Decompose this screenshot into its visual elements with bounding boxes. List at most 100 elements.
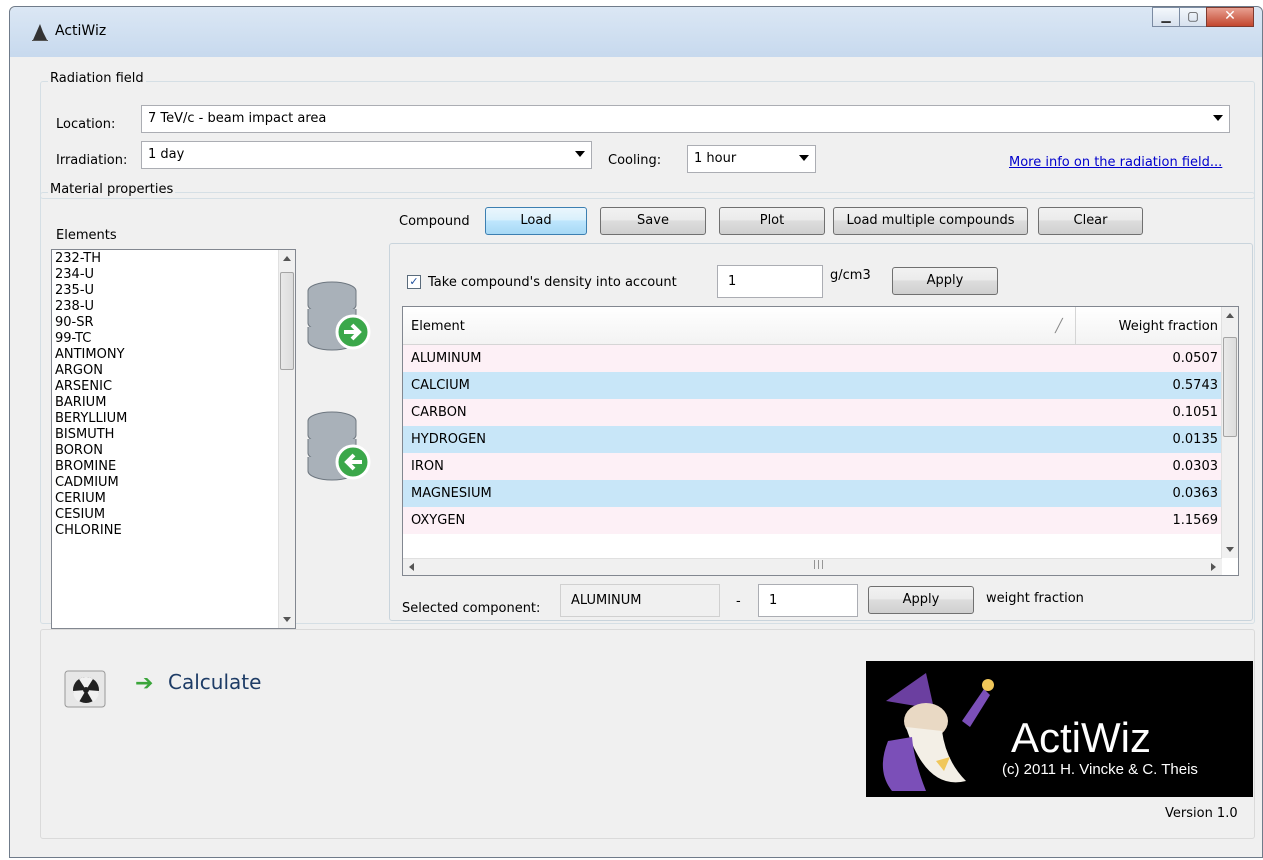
list-item[interactable]: BISMUTH xyxy=(52,427,295,443)
list-item[interactable]: BARIUM xyxy=(52,395,295,411)
table-row[interactable]: IRON 0.0303 xyxy=(403,453,1222,480)
weight-fraction-apply-button[interactable]: Apply xyxy=(868,586,974,614)
table-row[interactable]: CALCIUM 0.5743 xyxy=(403,372,1222,399)
weight-fraction-cell: 0.0303 xyxy=(1172,459,1219,474)
load-button[interactable]: Load xyxy=(485,207,587,235)
scroll-down-icon xyxy=(1226,547,1234,552)
table-row[interactable]: HYDROGEN 0.0135 xyxy=(403,426,1222,453)
weight-fraction-cell: 0.0135 xyxy=(1172,432,1219,447)
compound-table[interactable]: Element ╱ Weight fraction ALUMINUM 0.0507… xyxy=(402,306,1239,576)
list-item[interactable]: CADMIUM xyxy=(52,475,295,491)
compound-label: Compound xyxy=(399,214,470,229)
cooling-select[interactable]: 1 hour xyxy=(687,145,816,173)
close-button[interactable]: ✕ xyxy=(1206,7,1254,27)
list-item[interactable]: 238-U xyxy=(52,299,295,315)
maximize-icon: ▢ xyxy=(1187,9,1199,23)
location-value: 7 TeV/c - beam impact area xyxy=(148,111,327,126)
list-item[interactable]: CERIUM xyxy=(52,491,295,507)
logo-title: ActiWiz xyxy=(1011,714,1151,761)
selected-component-label: Selected component: xyxy=(402,601,541,616)
radiation-info-link[interactable]: More info on the radiation field... xyxy=(1009,155,1222,170)
chevron-down-icon xyxy=(1213,115,1223,121)
chevron-down-icon xyxy=(799,155,809,161)
window-controls: ▁ ▢ ✕ xyxy=(1152,7,1254,27)
elements-scrollbar[interactable] xyxy=(278,250,295,628)
selected-separator: - xyxy=(736,594,741,609)
element-column-header[interactable]: Element xyxy=(411,319,465,334)
density-checkbox[interactable]: ✓ xyxy=(407,275,421,289)
scroll-up-icon xyxy=(1226,313,1234,318)
list-item[interactable]: 90-SR xyxy=(52,315,295,331)
maximize-button[interactable]: ▢ xyxy=(1179,7,1207,27)
list-item[interactable]: BORON xyxy=(52,443,295,459)
version-label: Version 1.0 xyxy=(1165,806,1238,821)
table-header: Element ╱ Weight fraction xyxy=(403,307,1222,345)
density-unit: g/cm3 xyxy=(830,268,871,283)
minimize-button[interactable]: ▁ xyxy=(1152,7,1180,27)
weight-fraction-input[interactable]: 1 xyxy=(758,584,858,617)
list-item[interactable]: 234-U xyxy=(52,267,295,283)
chevron-down-icon xyxy=(575,151,585,157)
load-multiple-compounds-button[interactable]: Load multiple compounds xyxy=(833,207,1028,235)
calculate-button[interactable]: Calculate xyxy=(168,670,261,694)
add-to-compound-icon[interactable] xyxy=(306,277,372,359)
plot-button[interactable]: Plot xyxy=(719,207,825,235)
arrow-right-icon: ➔ xyxy=(135,671,154,696)
weight-fraction-cell: 0.1051 xyxy=(1172,405,1219,420)
density-input[interactable]: 1 xyxy=(717,265,823,298)
scroll-thumb[interactable] xyxy=(280,272,294,370)
cooling-value: 1 hour xyxy=(694,151,737,166)
list-item[interactable]: CESIUM xyxy=(52,507,295,523)
scroll-thumb[interactable] xyxy=(1223,337,1237,437)
irradiation-select[interactable]: 1 day xyxy=(141,141,592,169)
scroll-up-icon xyxy=(283,256,291,261)
weight-fraction-column-header[interactable]: Weight fraction xyxy=(1119,319,1218,334)
column-divider xyxy=(1075,307,1076,345)
sort-indicator-icon: ╱ xyxy=(1055,319,1063,334)
density-apply-button[interactable]: Apply xyxy=(892,267,998,295)
table-vscroll[interactable] xyxy=(1221,307,1238,558)
radiation-icon[interactable] xyxy=(63,669,107,709)
list-item[interactable]: 235-U xyxy=(52,283,295,299)
list-item[interactable]: ANTIMONY xyxy=(52,347,295,363)
list-item[interactable]: 99-TC xyxy=(52,331,295,347)
radiation-field-group xyxy=(40,81,1255,199)
location-select[interactable]: 7 TeV/c - beam impact area xyxy=(141,105,1230,133)
material-properties-title: Material properties xyxy=(48,182,176,197)
list-item[interactable]: BERYLLIUM xyxy=(52,411,295,427)
elements-label: Elements xyxy=(56,228,117,243)
selected-component-field: ALUMINUM xyxy=(560,584,720,617)
scroll-grip-icon: ||| xyxy=(813,560,826,570)
save-button[interactable]: Save xyxy=(600,207,706,235)
remove-from-compound-icon[interactable] xyxy=(306,407,372,489)
minimize-icon: ▁ xyxy=(1161,9,1171,23)
density-checkbox-label: Take compound's density into account xyxy=(428,275,677,290)
logo-subtitle: (c) 2011 H. Vincke & C. Theis xyxy=(1002,761,1198,778)
wizard-hat-icon xyxy=(32,24,48,41)
table-hscroll[interactable]: ||| xyxy=(403,558,1222,575)
table-row[interactable]: OXYGEN 1.1569 xyxy=(403,507,1222,534)
actiwiz-logo: ActiWiz (c) 2011 H. Vincke & C. Theis xyxy=(866,661,1253,797)
list-item[interactable]: ARGON xyxy=(52,363,295,379)
list-item[interactable]: CHLORINE xyxy=(52,523,295,539)
compound-panel: ✓ Take compound's density into account 1… xyxy=(389,243,1253,621)
element-cell: CARBON xyxy=(411,405,467,420)
elements-list-items: 232-TH 234-U 235-U 238-U 90-SR 99-TC ANTIMONY A… xyxy=(52,250,295,539)
table-row[interactable]: MAGNESIUM 0.0363 xyxy=(403,480,1222,507)
element-cell: IRON xyxy=(411,459,444,474)
close-icon: ✕ xyxy=(1224,8,1236,24)
clear-button[interactable]: Clear xyxy=(1038,207,1143,235)
radiation-field-title: Radiation field xyxy=(48,71,146,86)
app-window: ActiWiz ▁ ▢ ✕ Radiation field Location: … xyxy=(9,6,1263,858)
window-title: ActiWiz xyxy=(55,23,107,39)
element-cell: HYDROGEN xyxy=(411,432,487,447)
elements-list[interactable]: 232-TH 234-U 235-U 238-U 90-SR 99-TC ANTIMONY A… xyxy=(51,249,296,629)
table-row[interactable]: ALUMINUM 0.0507 xyxy=(403,345,1222,372)
list-item[interactable]: ARSENIC xyxy=(52,379,295,395)
list-item[interactable]: 232-TH xyxy=(52,251,295,267)
weight-fraction-cell: 0.0363 xyxy=(1172,486,1219,501)
scroll-right-icon xyxy=(1211,563,1216,571)
list-item[interactable]: BROMINE xyxy=(52,459,295,475)
table-row[interactable]: CARBON 0.1051 xyxy=(403,399,1222,426)
main-content: Radiation field Location: 7 TeV/c - beam… xyxy=(10,57,1262,857)
